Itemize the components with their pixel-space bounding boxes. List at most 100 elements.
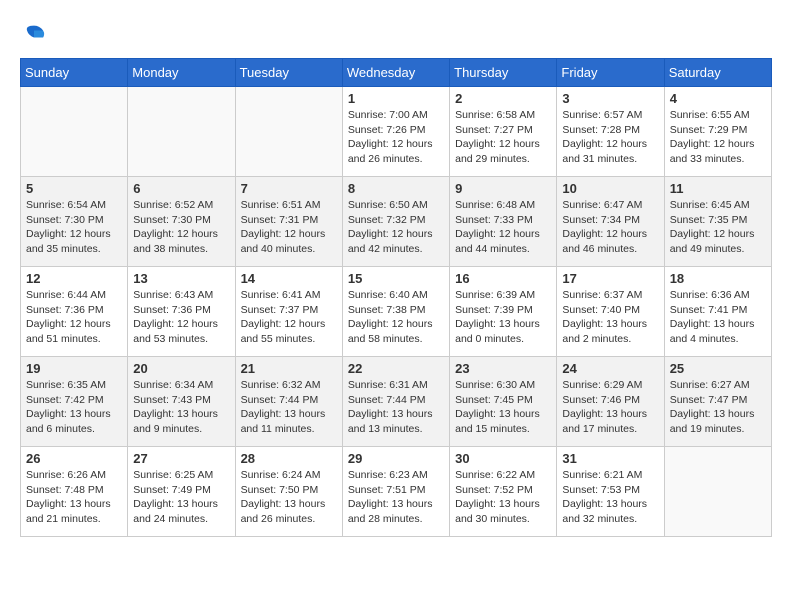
calendar-cell: 8 Sunrise: 6:50 AMSunset: 7:32 PMDaylight… — [342, 177, 449, 267]
calendar-cell: 17Sunrise: 6:37 AMSunset: 7:40 PMDayligh… — [557, 267, 664, 357]
day-number: 26 — [26, 451, 122, 466]
day-detail: Sunrise: 6:41 AMSunset: 7:37 PMDaylight:… — [241, 288, 337, 347]
calendar-cell: 31Sunrise: 6:21 AMSunset: 7:53 PMDayligh… — [557, 447, 664, 537]
day-number: 13 — [133, 271, 229, 286]
day-number: 24 — [562, 361, 658, 376]
calendar-cell: 18 Sunrise: 6:36 AMSunset: 7:41 PMDayligh… — [664, 267, 771, 357]
day-detail: Sunrise: 6:27 AMSunset: 7:47 PMDaylight:… — [670, 378, 766, 437]
day-of-week-sunday: Sunday — [21, 59, 128, 87]
logo — [20, 20, 52, 48]
calendar-week-row: 26 Sunrise: 6:26 AMSunset: 7:48 PMDayligh… — [21, 447, 772, 537]
calendar-cell — [128, 87, 235, 177]
calendar-cell: 22 Sunrise: 6:31 AMSunset: 7:44 PMDayligh… — [342, 357, 449, 447]
logo-icon — [20, 20, 48, 48]
day-detail: Sunrise: 6:39 AMSunset: 7:39 PMDaylight:… — [455, 288, 551, 347]
day-detail: Sunrise: 6:25 AMSunset: 7:49 PMDaylight:… — [133, 468, 229, 527]
day-number: 7 — [241, 181, 337, 196]
calendar-week-row: 12Sunrise: 6:44 AMSunset: 7:36 PMDayligh… — [21, 267, 772, 357]
day-of-week-thursday: Thursday — [450, 59, 557, 87]
day-number: 9 — [455, 181, 551, 196]
calendar-cell — [664, 447, 771, 537]
calendar-cell: 19 Sunrise: 6:35 AMSunset: 7:42 PMDayligh… — [21, 357, 128, 447]
day-detail: Sunrise: 6:35 AMSunset: 7:42 PMDaylight:… — [26, 378, 122, 437]
day-number: 11 — [670, 181, 766, 196]
day-detail: Sunrise: 6:54 AMSunset: 7:30 PMDaylight:… — [26, 198, 122, 257]
day-detail: Sunrise: 6:23 AMSunset: 7:51 PMDaylight:… — [348, 468, 444, 527]
day-number: 1 — [348, 91, 444, 106]
day-number: 25 — [670, 361, 766, 376]
day-of-week-saturday: Saturday — [664, 59, 771, 87]
calendar-cell: 11 Sunrise: 6:45 AMSunset: 7:35 PMDayligh… — [664, 177, 771, 267]
day-detail: Sunrise: 6:51 AMSunset: 7:31 PMDaylight:… — [241, 198, 337, 257]
day-detail: Sunrise: 6:32 AMSunset: 7:44 PMDaylight:… — [241, 378, 337, 437]
calendar-cell: 15 Sunrise: 6:40 AMSunset: 7:38 PMDayligh… — [342, 267, 449, 357]
day-detail: Sunrise: 6:52 AMSunset: 7:30 PMDaylight:… — [133, 198, 229, 257]
day-detail: Sunrise: 6:50 AMSunset: 7:32 PMDaylight:… — [348, 198, 444, 257]
day-detail: Sunrise: 6:36 AMSunset: 7:41 PMDaylight:… — [670, 288, 766, 347]
calendar-cell: 30Sunrise: 6:22 AMSunset: 7:52 PMDayligh… — [450, 447, 557, 537]
day-detail: Sunrise: 6:58 AMSunset: 7:27 PMDaylight:… — [455, 108, 551, 167]
day-detail: Sunrise: 6:30 AMSunset: 7:45 PMDaylight:… — [455, 378, 551, 437]
day-number: 18 — [670, 271, 766, 286]
calendar-cell: 6Sunrise: 6:52 AMSunset: 7:30 PMDaylight… — [128, 177, 235, 267]
calendar-cell: 20 Sunrise: 6:34 AMSunset: 7:43 PMDayligh… — [128, 357, 235, 447]
day-number: 2 — [455, 91, 551, 106]
calendar-week-row: 19 Sunrise: 6:35 AMSunset: 7:42 PMDayligh… — [21, 357, 772, 447]
day-detail: Sunrise: 6:48 AMSunset: 7:33 PMDaylight:… — [455, 198, 551, 257]
day-detail: Sunrise: 6:24 AMSunset: 7:50 PMDaylight:… — [241, 468, 337, 527]
calendar-cell: 3Sunrise: 6:57 AMSunset: 7:28 PMDaylight… — [557, 87, 664, 177]
day-detail: Sunrise: 6:26 AMSunset: 7:48 PMDaylight:… — [26, 468, 122, 527]
calendar-cell — [235, 87, 342, 177]
day-detail: Sunrise: 6:34 AMSunset: 7:43 PMDaylight:… — [133, 378, 229, 437]
day-detail: Sunrise: 6:40 AMSunset: 7:38 PMDaylight:… — [348, 288, 444, 347]
day-number: 3 — [562, 91, 658, 106]
calendar-cell: 13 Sunrise: 6:43 AMSunset: 7:36 PMDayligh… — [128, 267, 235, 357]
calendar-cell: 7 Sunrise: 6:51 AMSunset: 7:31 PMDaylight… — [235, 177, 342, 267]
calendar-table: SundayMondayTuesdayWednesdayThursdayFrid… — [20, 58, 772, 537]
calendar-cell: 21 Sunrise: 6:32 AMSunset: 7:44 PMDayligh… — [235, 357, 342, 447]
calendar-cell: 26 Sunrise: 6:26 AMSunset: 7:48 PMDayligh… — [21, 447, 128, 537]
day-number: 15 — [348, 271, 444, 286]
calendar-cell: 1 Sunrise: 7:00 AMSunset: 7:26 PMDaylight… — [342, 87, 449, 177]
day-detail: Sunrise: 6:21 AMSunset: 7:53 PMDaylight:… — [562, 468, 658, 527]
day-number: 8 — [348, 181, 444, 196]
day-number: 19 — [26, 361, 122, 376]
day-number: 21 — [241, 361, 337, 376]
calendar-week-row: 5 Sunrise: 6:54 AMSunset: 7:30 PMDaylight… — [21, 177, 772, 267]
day-detail: Sunrise: 6:47 AMSunset: 7:34 PMDaylight:… — [562, 198, 658, 257]
day-number: 27 — [133, 451, 229, 466]
day-detail: Sunrise: 6:22 AMSunset: 7:52 PMDaylight:… — [455, 468, 551, 527]
day-number: 4 — [670, 91, 766, 106]
day-number: 5 — [26, 181, 122, 196]
day-number: 22 — [348, 361, 444, 376]
day-number: 28 — [241, 451, 337, 466]
calendar-cell: 4 Sunrise: 6:55 AMSunset: 7:29 PMDaylight… — [664, 87, 771, 177]
day-detail: Sunrise: 7:00 AMSunset: 7:26 PMDaylight:… — [348, 108, 444, 167]
calendar-header-row: SundayMondayTuesdayWednesdayThursdayFrid… — [21, 59, 772, 87]
calendar-cell: 24 Sunrise: 6:29 AMSunset: 7:46 PMDayligh… — [557, 357, 664, 447]
day-number: 17 — [562, 271, 658, 286]
day-detail: Sunrise: 6:55 AMSunset: 7:29 PMDaylight:… — [670, 108, 766, 167]
calendar-cell: 12Sunrise: 6:44 AMSunset: 7:36 PMDayligh… — [21, 267, 128, 357]
day-detail: Sunrise: 6:29 AMSunset: 7:46 PMDaylight:… — [562, 378, 658, 437]
calendar-cell: 10 Sunrise: 6:47 AMSunset: 7:34 PMDayligh… — [557, 177, 664, 267]
calendar-cell: 16 Sunrise: 6:39 AMSunset: 7:39 PMDayligh… — [450, 267, 557, 357]
day-number: 16 — [455, 271, 551, 286]
day-number: 23 — [455, 361, 551, 376]
day-number: 10 — [562, 181, 658, 196]
day-of-week-tuesday: Tuesday — [235, 59, 342, 87]
day-number: 29 — [348, 451, 444, 466]
day-detail: Sunrise: 6:44 AMSunset: 7:36 PMDaylight:… — [26, 288, 122, 347]
day-detail: Sunrise: 6:45 AMSunset: 7:35 PMDaylight:… — [670, 198, 766, 257]
page-header — [20, 20, 772, 48]
day-number: 14 — [241, 271, 337, 286]
calendar-cell: 2 Sunrise: 6:58 AMSunset: 7:27 PMDaylight… — [450, 87, 557, 177]
calendar-cell: 14 Sunrise: 6:41 AMSunset: 7:37 PMDayligh… — [235, 267, 342, 357]
day-detail: Sunrise: 6:43 AMSunset: 7:36 PMDaylight:… — [133, 288, 229, 347]
calendar-cell: 28 Sunrise: 6:24 AMSunset: 7:50 PMDayligh… — [235, 447, 342, 537]
day-number: 20 — [133, 361, 229, 376]
calendar-cell: 5 Sunrise: 6:54 AMSunset: 7:30 PMDaylight… — [21, 177, 128, 267]
day-of-week-monday: Monday — [128, 59, 235, 87]
day-of-week-wednesday: Wednesday — [342, 59, 449, 87]
day-detail: Sunrise: 6:31 AMSunset: 7:44 PMDaylight:… — [348, 378, 444, 437]
